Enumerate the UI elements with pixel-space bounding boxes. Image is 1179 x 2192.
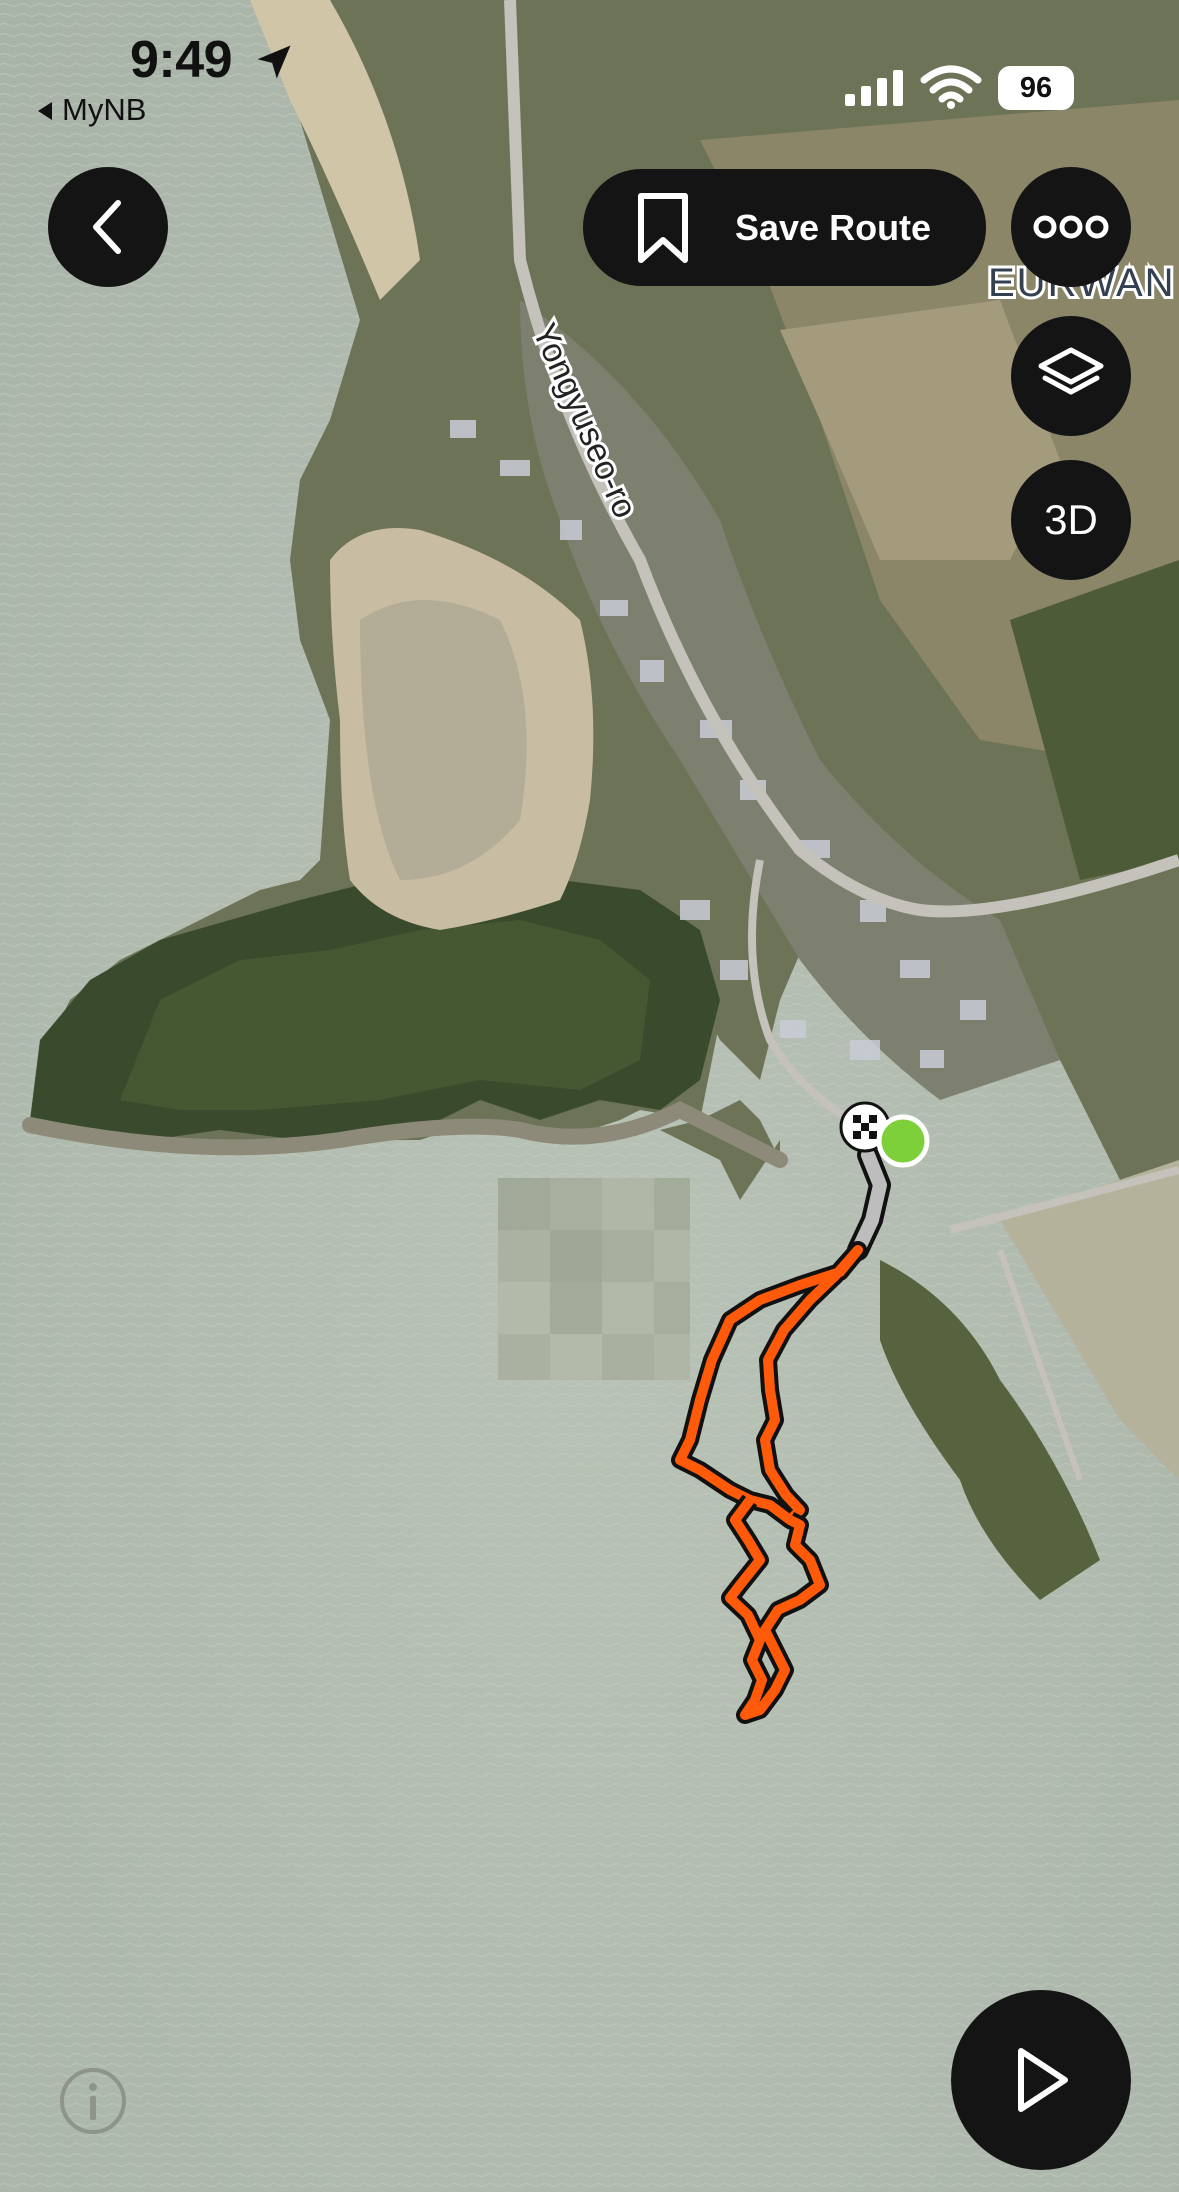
battery-indicator: 96: [998, 66, 1074, 110]
play-button[interactable]: [951, 1990, 1131, 2170]
save-route-button[interactable]: Save Route: [583, 169, 986, 286]
three-d-button[interactable]: 3D: [1011, 460, 1131, 580]
wifi-icon: [920, 65, 982, 109]
bookmark-icon: [638, 192, 688, 263]
start-marker[interactable]: [876, 1114, 930, 1168]
back-app-label: MyNB: [62, 92, 147, 127]
back-triangle-icon: [38, 102, 52, 120]
status-bar: 9:49 MyNB 96: [0, 0, 1179, 130]
more-dots-icon: [1033, 215, 1109, 239]
back-button[interactable]: [48, 167, 168, 287]
chevron-left-icon: [93, 200, 121, 254]
play-icon: [1018, 2048, 1068, 2112]
map-layers-button[interactable]: [1011, 316, 1131, 436]
more-options-button[interactable]: [1011, 167, 1131, 287]
location-arrow-icon: [257, 45, 291, 79]
layers-icon: [1038, 347, 1104, 395]
info-icon[interactable]: [58, 2066, 128, 2136]
satellite-map[interactable]: Yongyuseo-ro EURWAN: [0, 0, 1179, 2192]
save-route-label: Save Route: [735, 206, 932, 248]
cellular-signal-icon: [845, 70, 903, 106]
three-d-label: 3D: [1044, 496, 1098, 543]
status-time: 9:49: [130, 31, 233, 89]
back-to-app-link[interactable]: MyNB: [38, 92, 146, 128]
